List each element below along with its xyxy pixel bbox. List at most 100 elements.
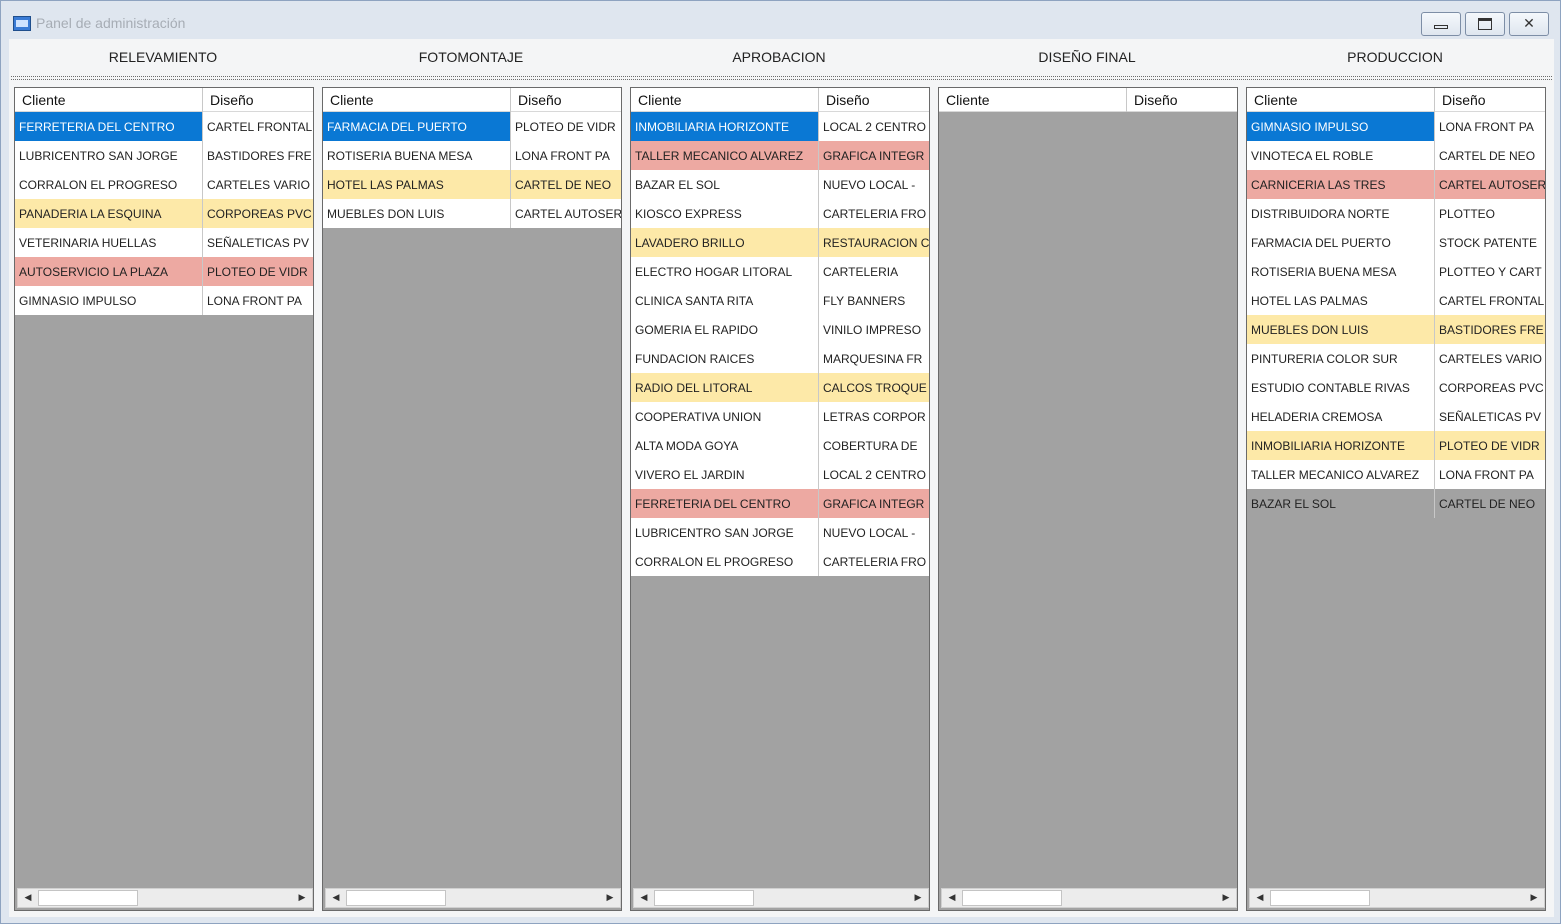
table-row[interactable]: CORRALON EL PROGRESO CARTELES VARIO (15, 170, 313, 199)
table-row[interactable]: TALLER MECANICO ALVAREZ GRAFICA INTEGR (631, 141, 929, 170)
table-row[interactable]: FUNDACION RAICES MARQUESINA FR (631, 344, 929, 373)
cell-cliente: INMOBILIARIA HORIZONTE (631, 112, 819, 141)
table-row[interactable]: LUBRICENTRO SAN JORGE NUEVO LOCAL - (631, 518, 929, 547)
horizontal-scrollbar[interactable]: ◀ ▶ (325, 888, 621, 908)
table-row[interactable]: HELADERIA CREMOSA SEÑALETICAS PV (1247, 402, 1545, 431)
column-header-cliente[interactable]: Cliente (1247, 88, 1435, 112)
horizontal-scrollbar[interactable]: ◀ ▶ (17, 888, 313, 908)
title-bar[interactable]: Panel de administración ✕ (1, 1, 1560, 39)
table-row[interactable]: CORRALON EL PROGRESO CARTELERIA FRO (631, 547, 929, 576)
cell-diseno: CARTEL DE NEO (1435, 141, 1545, 170)
cell-diseno: PLOTTEO (1435, 199, 1545, 228)
column-header-cliente[interactable]: Cliente (323, 88, 511, 112)
scroll-right-arrow-icon[interactable]: ▶ (1216, 889, 1236, 907)
table-row[interactable]: FARMACIA DEL PUERTO STOCK PATENTE (1247, 228, 1545, 257)
horizontal-scrollbar[interactable]: ◀ ▶ (941, 888, 1237, 908)
table-row[interactable]: CARNICERIA LAS TRES CARTEL AUTOSER (1247, 170, 1545, 199)
scroll-left-arrow-icon[interactable]: ◀ (1250, 889, 1270, 907)
table-row[interactable]: PANADERIA LA ESQUINA CORPOREAS PVC (15, 199, 313, 228)
table-row[interactable]: AUTOSERVICIO LA PLAZA PLOTEO DE VIDR (15, 257, 313, 286)
table-row[interactable]: RADIO DEL LITORAL CALCOS TROQUE (631, 373, 929, 402)
horizontal-scrollbar[interactable]: ◀ ▶ (1249, 888, 1545, 908)
table-row[interactable]: GOMERIA EL RAPIDO VINILO IMPRESO (631, 315, 929, 344)
cell-diseno: LOCAL 2 CENTRO (819, 112, 929, 141)
column-header-cliente[interactable]: Cliente (15, 88, 203, 112)
column-header-diseno[interactable]: Diseño (819, 88, 929, 112)
scroll-left-arrow-icon[interactable]: ◀ (18, 889, 38, 907)
cell-cliente: VETERINARIA HUELLAS (15, 228, 203, 257)
table-row[interactable]: PINTURERIA COLOR SUR CARTELES VARIO (1247, 344, 1545, 373)
cell-diseno: CARTEL DE NEO (1435, 489, 1545, 518)
table-row[interactable]: LAVADERO BRILLO RESTAURACION CA (631, 228, 929, 257)
table-row[interactable]: GIMNASIO IMPULSO LONA FRONT PA (1247, 112, 1545, 141)
column-header-row: Cliente Diseño (631, 88, 929, 112)
table-row[interactable]: BAZAR EL SOL NUEVO LOCAL - (631, 170, 929, 199)
listview-fotomontaje[interactable]: Cliente Diseño FARMACIA DEL PUERTO PLOTEO D… (322, 87, 622, 911)
horizontal-scrollbar[interactable]: ◀ ▶ (633, 888, 929, 908)
table-row[interactable]: COOPERATIVA UNION LETRAS CORPOR (631, 402, 929, 431)
close-button[interactable]: ✕ (1509, 12, 1549, 36)
cell-diseno: CALCOS TROQUE (819, 373, 929, 402)
table-row[interactable]: CLINICA SANTA RITA FLY BANNERS (631, 286, 929, 315)
table-row[interactable]: HOTEL LAS PALMAS CARTEL DE NEO (323, 170, 621, 199)
column-header-diseno[interactable]: Diseño (203, 88, 313, 112)
cell-diseno: SEÑALETICAS PV (1435, 402, 1545, 431)
scrollbar-thumb[interactable] (346, 890, 446, 906)
scroll-right-arrow-icon[interactable]: ▶ (292, 889, 312, 907)
scrollbar-thumb[interactable] (38, 890, 138, 906)
table-row[interactable]: FERRETERIA DEL CENTRO CARTEL FRONTAL (15, 112, 313, 141)
table-row[interactable]: TALLER MECANICO ALVAREZ LONA FRONT PA (1247, 460, 1545, 489)
table-row[interactable]: KIOSCO EXPRESS CARTELERIA FRO (631, 199, 929, 228)
maximize-button[interactable] (1465, 12, 1505, 36)
listview-diseno-final[interactable]: Cliente Diseño ◀ ▶ (938, 87, 1238, 911)
tab-produccion[interactable]: PRODUCCION (1241, 39, 1549, 75)
scrollbar-thumb[interactable] (962, 890, 1062, 906)
scroll-left-arrow-icon[interactable]: ◀ (634, 889, 654, 907)
tab-fotomontaje[interactable]: FOTOMONTAJE (317, 39, 625, 75)
cell-cliente: CLINICA SANTA RITA (631, 286, 819, 315)
table-row[interactable]: VIVERO EL JARDIN LOCAL 2 CENTRO (631, 460, 929, 489)
table-row[interactable]: FARMACIA DEL PUERTO PLOTEO DE VIDR (323, 112, 621, 141)
table-row[interactable]: ALTA MODA GOYA COBERTURA DE (631, 431, 929, 460)
scrollbar-thumb[interactable] (1270, 890, 1370, 906)
scroll-left-arrow-icon[interactable]: ◀ (326, 889, 346, 907)
listview-aprobacion[interactable]: Cliente Diseño INMOBILIARIA HORIZONTE LOCAL… (630, 87, 930, 911)
table-row[interactable]: LUBRICENTRO SAN JORGE BASTIDORES FRE (15, 141, 313, 170)
table-row[interactable]: ROTISERIA BUENA MESA PLOTTEO Y CART (1247, 257, 1545, 286)
cell-diseno: RESTAURACION CA (819, 228, 929, 257)
minimize-button[interactable] (1421, 12, 1461, 36)
table-row[interactable]: VETERINARIA HUELLAS SEÑALETICAS PV (15, 228, 313, 257)
table-row[interactable]: ROTISERIA BUENA MESA LONA FRONT PA (323, 141, 621, 170)
scroll-left-arrow-icon[interactable]: ◀ (942, 889, 962, 907)
scroll-right-arrow-icon[interactable]: ▶ (908, 889, 928, 907)
table-row[interactable]: INMOBILIARIA HORIZONTE PLOTEO DE VIDR (1247, 431, 1545, 460)
listview-produccion[interactable]: Cliente Diseño GIMNASIO IMPULSO LONA FRONT … (1246, 87, 1546, 911)
scroll-right-arrow-icon[interactable]: ▶ (600, 889, 620, 907)
cell-cliente: FARMACIA DEL PUERTO (323, 112, 511, 141)
cell-cliente: DISTRIBUIDORA NORTE (1247, 199, 1435, 228)
tab-relevamiento[interactable]: RELEVAMIENTO (9, 39, 317, 75)
cell-cliente: HOTEL LAS PALMAS (323, 170, 511, 199)
table-row[interactable]: DISTRIBUIDORA NORTE PLOTTEO (1247, 199, 1545, 228)
scrollbar-thumb[interactable] (654, 890, 754, 906)
table-row[interactable]: MUEBLES DON LUIS CARTEL AUTOSER (323, 199, 621, 228)
table-row[interactable]: BAZAR EL SOL CARTEL DE NEO (1247, 489, 1545, 518)
column-header-diseno[interactable]: Diseño (1127, 88, 1237, 112)
column-header-diseno[interactable]: Diseño (511, 88, 621, 112)
table-row[interactable]: INMOBILIARIA HORIZONTE LOCAL 2 CENTRO (631, 112, 929, 141)
listview-relevamiento[interactable]: Cliente Diseño FERRETERIA DEL CENTRO CARTEL… (14, 87, 314, 911)
table-row[interactable]: FERRETERIA DEL CENTRO GRAFICA INTEGR (631, 489, 929, 518)
table-row[interactable]: HOTEL LAS PALMAS CARTEL FRONTAL (1247, 286, 1545, 315)
scroll-right-arrow-icon[interactable]: ▶ (1524, 889, 1544, 907)
cell-cliente: LUBRICENTRO SAN JORGE (631, 518, 819, 547)
table-row[interactable]: MUEBLES DON LUIS BASTIDORES FRE (1247, 315, 1545, 344)
column-header-cliente[interactable]: Cliente (939, 88, 1127, 112)
column-header-cliente[interactable]: Cliente (631, 88, 819, 112)
table-row[interactable]: ELECTRO HOGAR LITORAL CARTELERIA (631, 257, 929, 286)
table-row[interactable]: VINOTECA EL ROBLE CARTEL DE NEO (1247, 141, 1545, 170)
column-header-diseno[interactable]: Diseño (1435, 88, 1545, 112)
table-row[interactable]: ESTUDIO CONTABLE RIVAS CORPOREAS PVC (1247, 373, 1545, 402)
tab-diseno-final[interactable]: DISEÑO FINAL (933, 39, 1241, 75)
tab-aprobacion[interactable]: APROBACION (625, 39, 933, 75)
table-row[interactable]: GIMNASIO IMPULSO LONA FRONT PA (15, 286, 313, 315)
